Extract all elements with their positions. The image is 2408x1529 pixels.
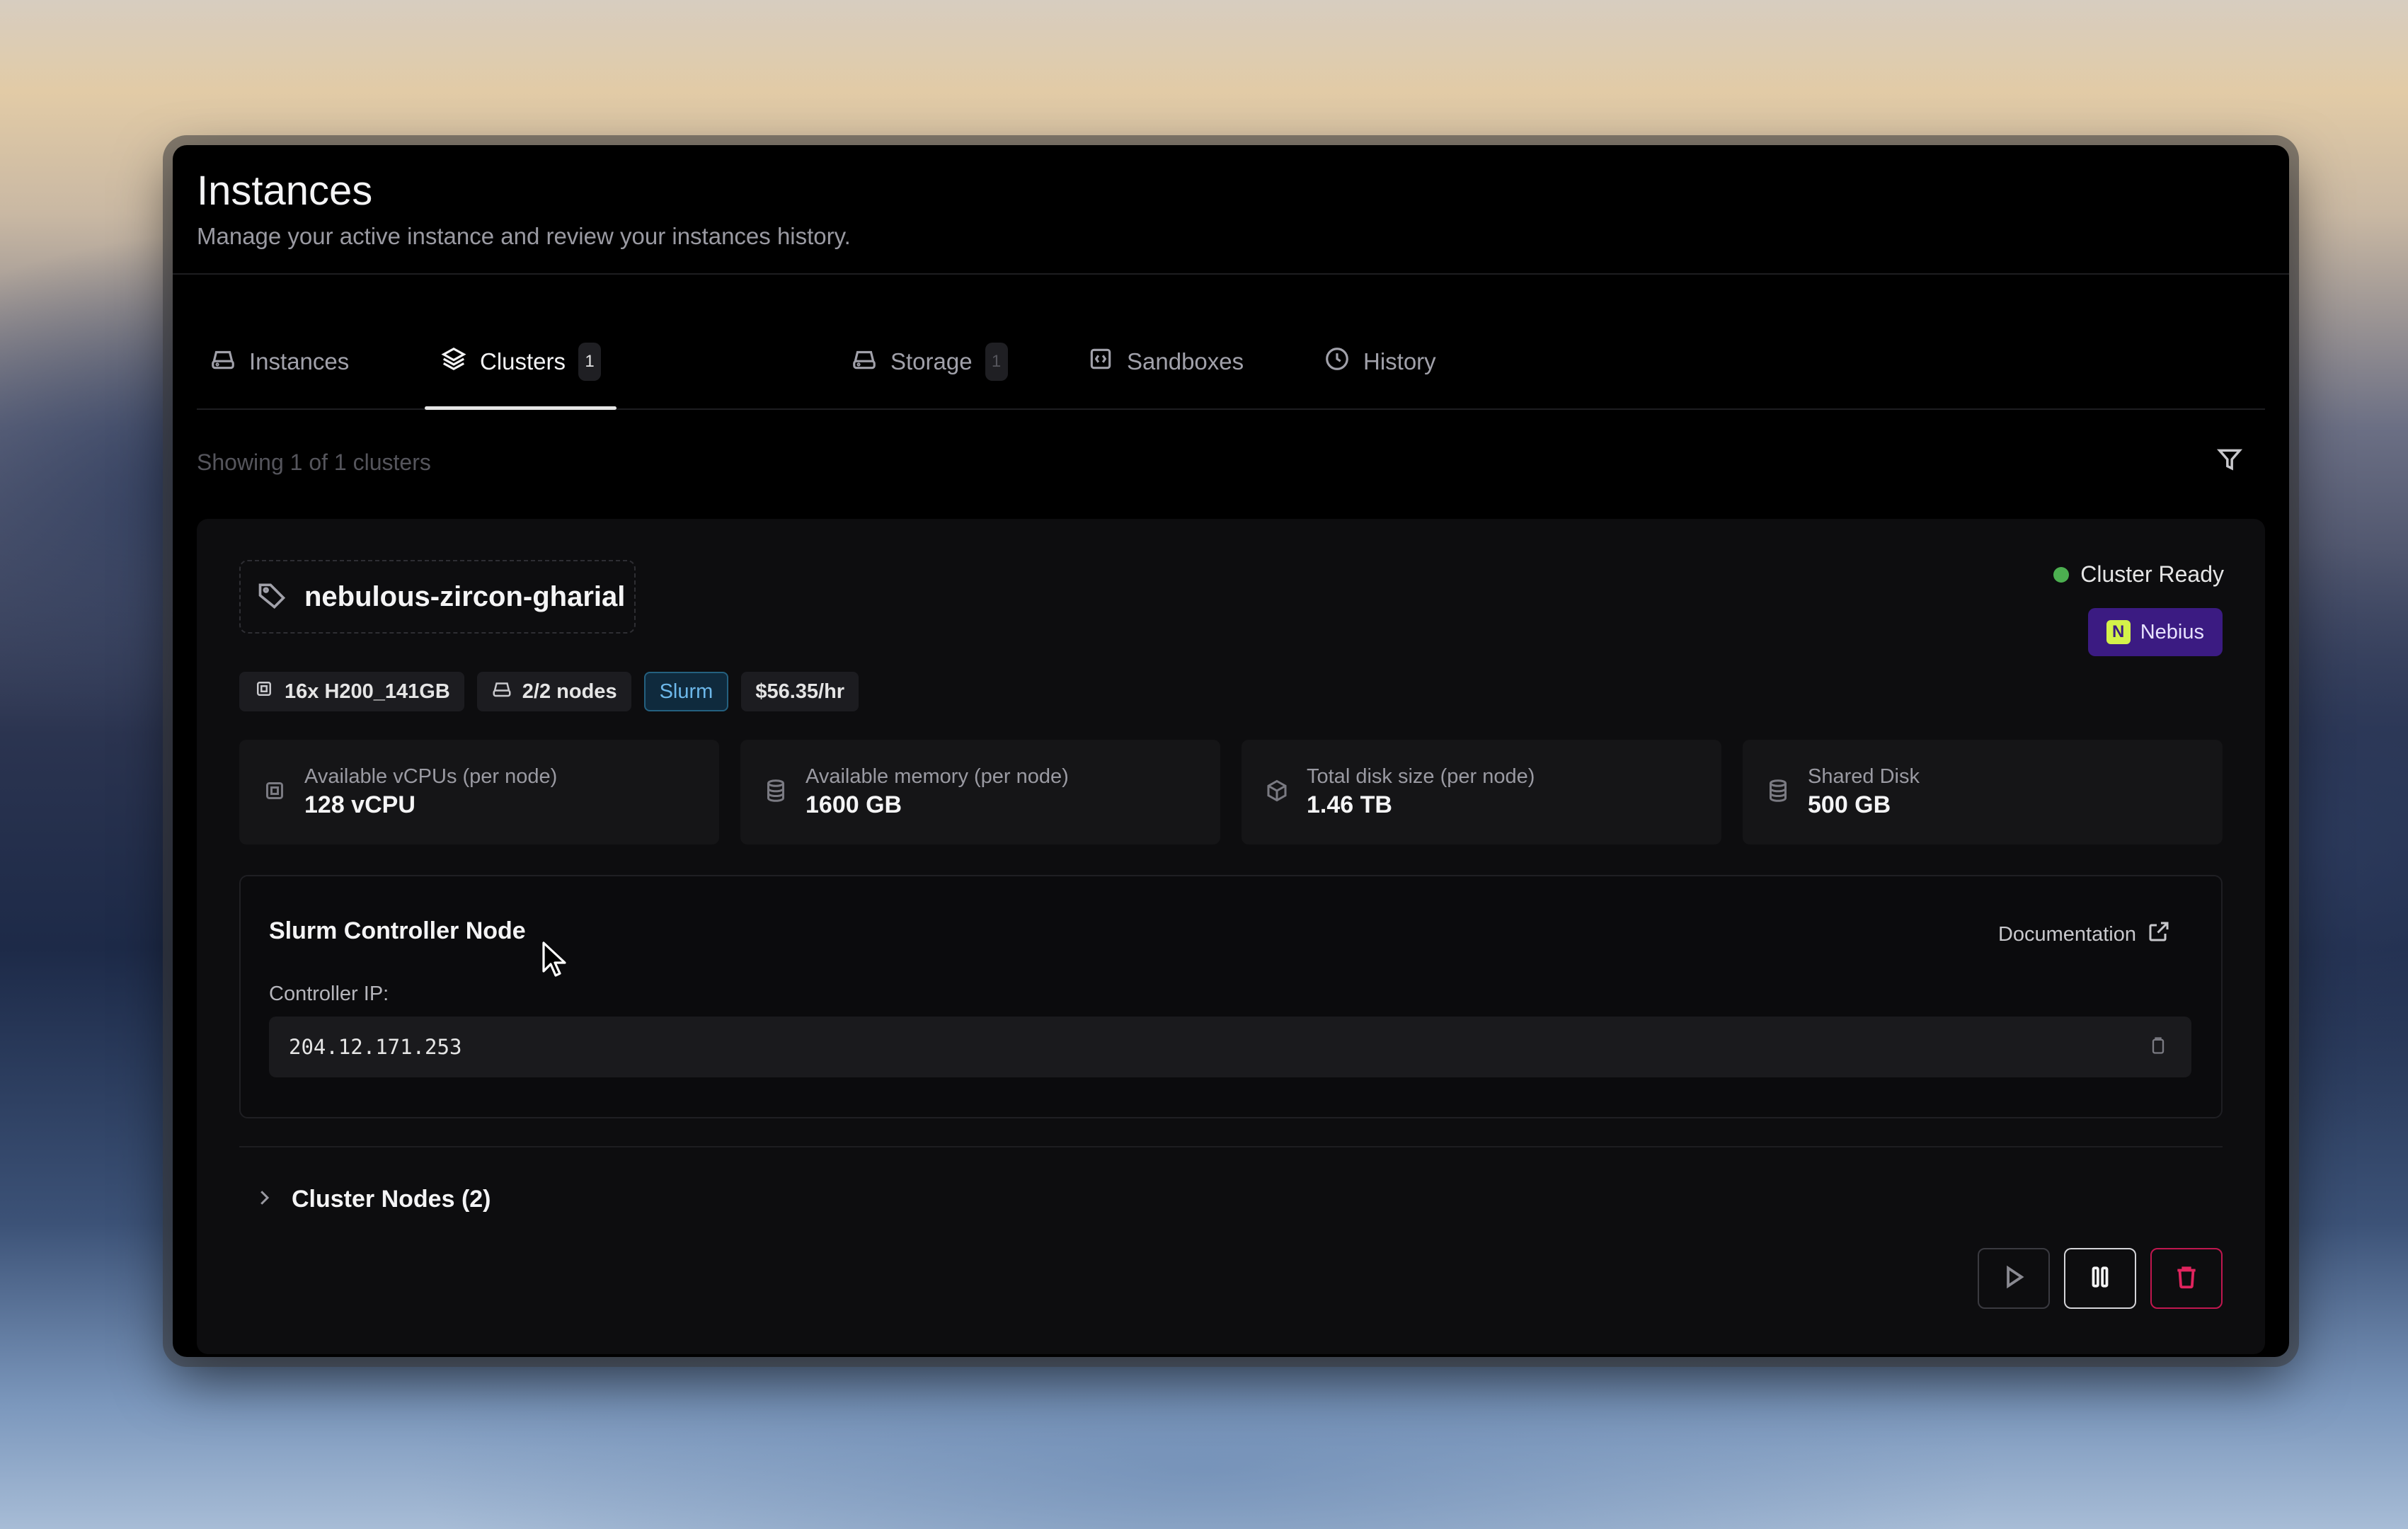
nebius-logo-icon: N xyxy=(2106,620,2131,644)
stat-value: 1.46 TB xyxy=(1307,791,1392,818)
gpu-label: 16x H200_141GB xyxy=(285,680,450,703)
tab-sandboxes[interactable]: Sandboxes xyxy=(1087,315,1244,408)
pause-button[interactable] xyxy=(2064,1248,2136,1309)
tab-history[interactable]: History xyxy=(1324,315,1436,408)
external-link-icon xyxy=(2146,919,2172,950)
provider-badge: N Nebius xyxy=(2087,608,2223,656)
nodes-label: 2/2 nodes xyxy=(522,680,617,703)
status-dot-icon xyxy=(2053,566,2070,583)
cluster-actions xyxy=(1978,1248,2223,1309)
tab-count-badge: 1 xyxy=(578,343,602,381)
status-label: Cluster Ready xyxy=(2080,561,2224,587)
trash-icon xyxy=(2173,1264,2200,1294)
filter-button[interactable] xyxy=(2214,445,2245,476)
start-button[interactable] xyxy=(1978,1248,2050,1309)
gpu-badge: 16x H200_141GB xyxy=(239,672,464,711)
delete-button[interactable] xyxy=(2150,1248,2223,1309)
stat-value: 500 GB xyxy=(1808,791,1891,818)
stat-label: Available vCPUs (per node) xyxy=(304,765,558,788)
pause-icon xyxy=(2087,1264,2114,1294)
tab-clusters[interactable]: Clusters 1 xyxy=(425,315,617,410)
server-icon xyxy=(491,678,512,705)
filter-icon xyxy=(2216,446,2243,476)
page-subtitle: Manage your active instance and review y… xyxy=(197,223,851,249)
chip-icon xyxy=(253,678,275,705)
database-icon xyxy=(763,778,789,807)
stat-label: Available memory (per node) xyxy=(805,765,1069,788)
tag-icon xyxy=(256,580,287,614)
provider-name: Nebius xyxy=(2140,620,2204,643)
tab-label: Storage xyxy=(890,348,973,374)
cluster-badges: 16x H200_141GB 2/2 nodes Slurm $56.35/hr xyxy=(239,672,859,711)
stat-shared-disk: Shared Disk 500 GB xyxy=(1743,740,2223,844)
cluster-card: nebulous-zircon-gharial Cluster Ready N … xyxy=(197,519,2265,1354)
stat-value: 1600 GB xyxy=(805,791,902,818)
controller-title: Slurm Controller Node xyxy=(269,917,526,944)
cluster-name: nebulous-zircon-gharial xyxy=(304,580,626,612)
cluster-nodes-toggle[interactable]: Cluster Nodes (2) xyxy=(253,1186,491,1213)
cluster-name-tag[interactable]: nebulous-zircon-gharial xyxy=(239,560,636,634)
tab-label: Clusters xyxy=(480,348,566,374)
documentation-label: Documentation xyxy=(1997,922,2136,946)
controller-ip-field[interactable]: 204.12.171.253 xyxy=(269,1017,2191,1077)
stat-value: 128 vCPU xyxy=(304,791,415,818)
slurm-controller-panel: Slurm Controller Node Documentation Cont… xyxy=(239,875,2223,1118)
controller-ip-value: 204.12.171.253 xyxy=(289,1035,462,1059)
controller-ip-label: Controller IP: xyxy=(269,983,389,1005)
tab-label: History xyxy=(1363,348,1436,374)
tab-instances[interactable]: Instances xyxy=(210,315,349,408)
section-divider xyxy=(239,1146,2223,1147)
cpu-icon xyxy=(262,778,287,807)
chevron-right-icon xyxy=(253,1187,275,1212)
page-title: Instances xyxy=(197,168,373,214)
tab-bar: Instances Clusters 1 Storage 1 Sandboxes… xyxy=(197,315,2265,410)
scheduler-badge: Slurm xyxy=(643,672,729,711)
play-icon xyxy=(2000,1264,2027,1294)
nodes-badge: 2/2 nodes xyxy=(476,672,631,711)
tab-label: Sandboxes xyxy=(1127,348,1244,374)
stat-memory: Available memory (per node) 1600 GB xyxy=(740,740,1220,844)
stat-vcpu: Available vCPUs (per node) 128 vCPU xyxy=(239,740,719,844)
instances-window: Instances Manage your active instance an… xyxy=(173,145,2289,1357)
page-header: Instances Manage your active instance an… xyxy=(197,166,851,251)
copy-ip-button[interactable] xyxy=(2143,1032,2173,1062)
tab-label: Instances xyxy=(249,348,350,374)
tab-count-badge: 1 xyxy=(985,343,1008,381)
mouse-cursor-icon xyxy=(542,941,566,977)
documentation-link[interactable]: Documentation xyxy=(1998,919,2172,950)
results-count: Showing 1 of 1 clusters xyxy=(197,449,431,475)
stat-disk: Total disk size (per node) 1.46 TB xyxy=(1242,740,1721,844)
cluster-status: Cluster Ready xyxy=(2053,561,2224,588)
tab-storage[interactable]: Storage 1 xyxy=(851,315,1008,408)
cluster-stats: Available vCPUs (per node) 128 vCPU Avai… xyxy=(239,740,2223,844)
price-badge: $56.35/hr xyxy=(741,672,859,711)
server-icon xyxy=(210,345,236,378)
server-icon xyxy=(851,345,878,378)
layers-icon xyxy=(440,345,467,378)
stat-label: Shared Disk xyxy=(1808,765,1920,788)
code-box-icon xyxy=(1087,345,1114,378)
database-icon xyxy=(1765,778,1791,807)
cluster-nodes-label: Cluster Nodes (2) xyxy=(292,1186,491,1213)
clipboard-icon xyxy=(2148,1036,2168,1059)
header-divider xyxy=(173,273,2289,275)
box-icon xyxy=(1264,778,1290,807)
stat-label: Total disk size (per node) xyxy=(1307,765,1535,788)
clock-icon xyxy=(1324,345,1351,378)
